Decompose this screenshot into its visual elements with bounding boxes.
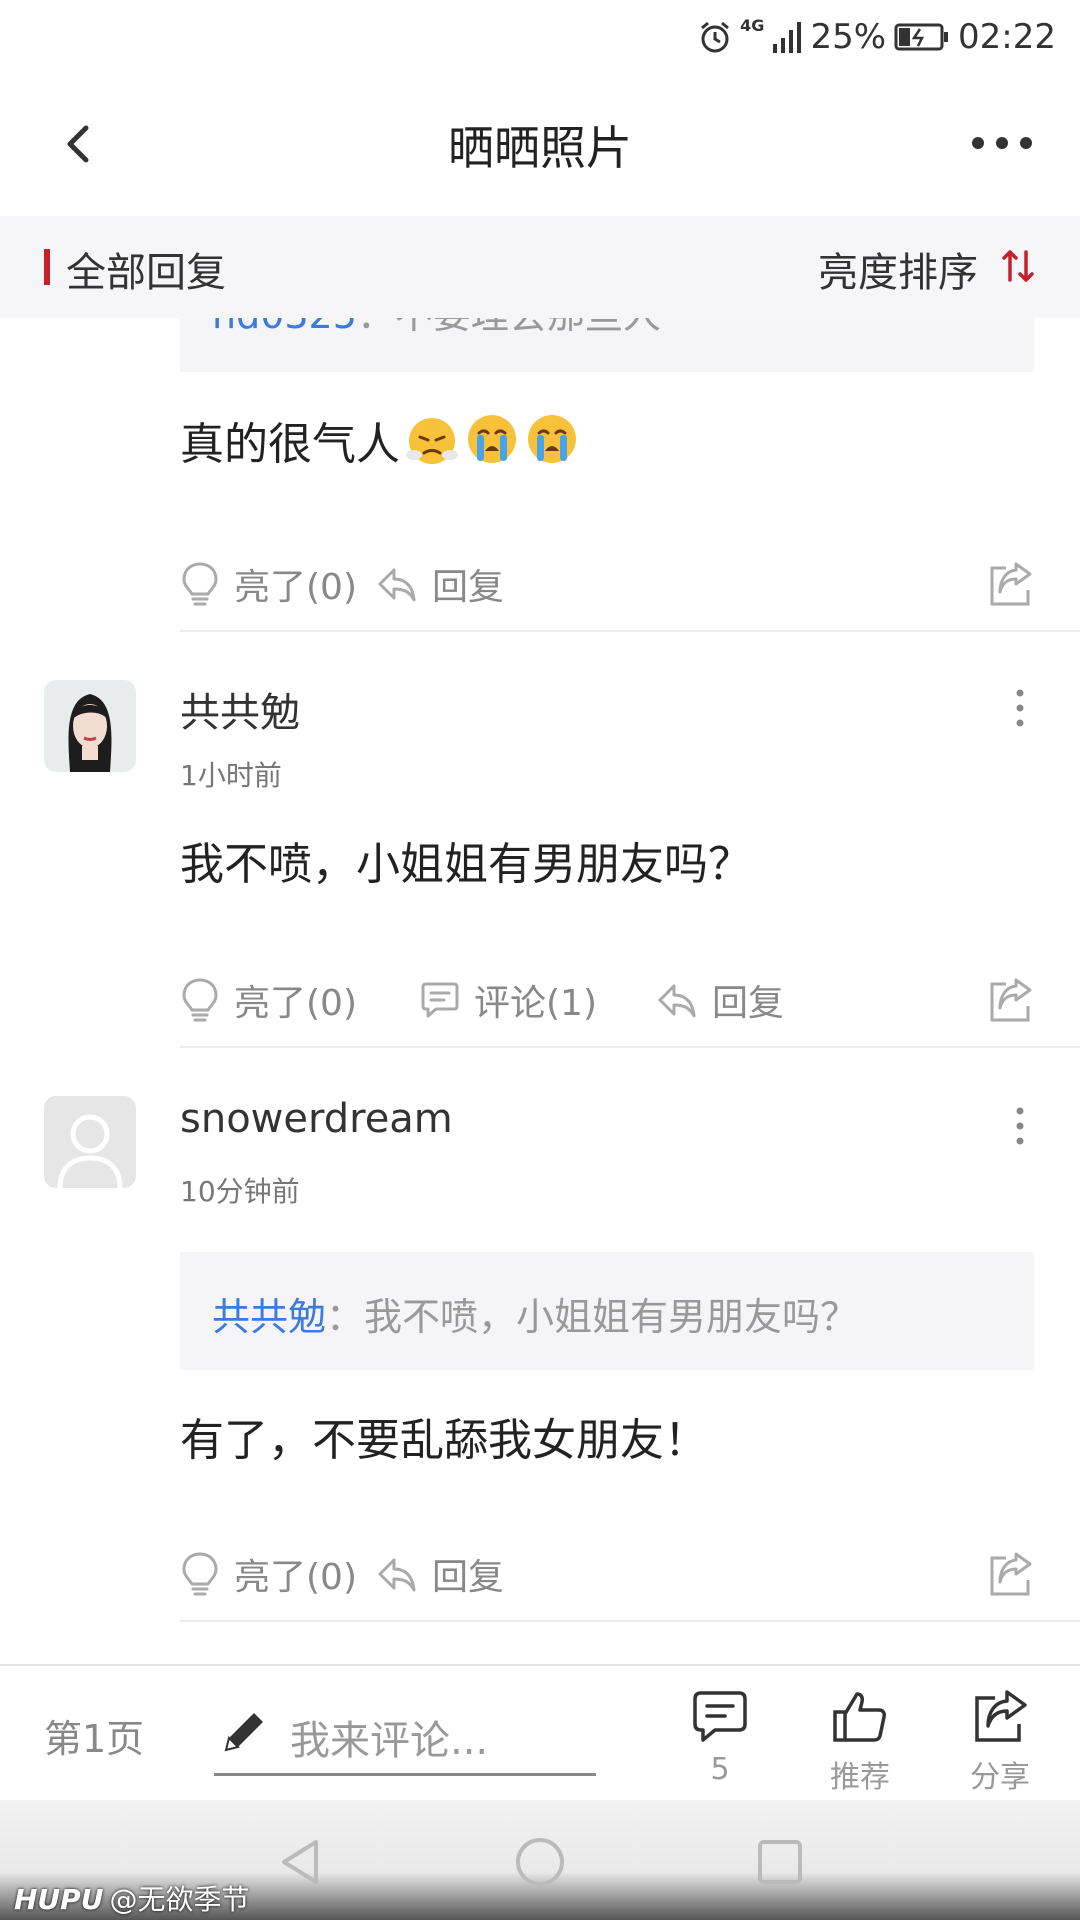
alarm-icon <box>701 21 730 53</box>
crying-emoji <box>528 415 576 463</box>
divider <box>180 1620 1080 1622</box>
share-label: 分享 <box>970 1760 1030 1795</box>
share-icon[interactable] <box>986 976 1034 1024</box>
lightbulb-icon <box>182 978 218 1022</box>
section-accent-mark <box>44 249 50 285</box>
reply-label: 回复 <box>712 983 785 1024</box>
comment-time: 1小时前 <box>180 759 282 792</box>
page-indicator[interactable]: 第1页 <box>44 1708 144 1763</box>
light-button[interactable]: 亮了(0) <box>180 554 357 614</box>
reply-arrow-icon <box>658 984 696 1018</box>
comment-placeholder: 我来评论... <box>290 1718 489 1764</box>
divider <box>180 1046 1080 1048</box>
quoted-username[interactable]: hd0325 <box>212 318 357 337</box>
comment-actions: 亮了(0) 评论(1) 回复 <box>180 970 1034 1030</box>
thumbs-up-icon <box>833 1692 886 1742</box>
light-count: 亮了(0) <box>234 567 357 608</box>
recommend-button[interactable]: 推荐 <box>800 1688 920 1798</box>
avatar[interactable] <box>44 680 136 772</box>
battery-icon <box>894 23 949 51</box>
reply-button[interactable]: 回复 <box>656 970 784 1030</box>
page-title: 晒晒照片 <box>448 121 632 175</box>
comment-actions: 亮了(0) 回复 <box>180 554 1034 614</box>
divider <box>180 630 1080 632</box>
more-vertical-icon[interactable] <box>1014 688 1026 728</box>
quoted-text: ：我不喷，小姐姐有男朋友吗？ <box>326 1295 859 1339</box>
reply-arrow-icon <box>378 1558 416 1592</box>
lightbulb-icon <box>182 1552 218 1596</box>
comment-body: 真的很气人 <box>180 408 580 472</box>
light-button[interactable]: 亮了(0) <box>180 970 357 1030</box>
comment-text: 真的很气人 <box>180 419 400 470</box>
watermark: HUPU @无欲季节 <box>14 1878 249 1918</box>
quoted-reply[interactable]: hd0325：不要理会那些人 <box>180 318 1034 372</box>
share-button[interactable]: 分享 <box>940 1688 1060 1798</box>
sort-order-button[interactable]: 亮度排序 <box>818 240 978 298</box>
reply-button[interactable]: 回复 <box>376 1544 504 1604</box>
lightbulb-icon <box>182 562 218 606</box>
header: 晒晒照片 <box>0 72 1080 216</box>
recents-square-icon[interactable] <box>752 1834 808 1890</box>
comment-body: 我不喷，小姐姐有男朋友吗？ <box>180 839 752 890</box>
light-button[interactable]: 亮了(0) <box>180 1544 357 1604</box>
watermark-user: @无欲季节 <box>109 1883 250 1916</box>
comment-list: hd0325：不要理会那些人 真的很气人 <box>0 318 1080 1664</box>
username[interactable]: snowerdream <box>180 1096 453 1142</box>
crying-emoji <box>468 415 516 463</box>
comment-actions: 亮了(0) 回复 <box>180 1544 1034 1604</box>
quoted-reply-text: hd0325：不要理会那些人 <box>212 318 661 339</box>
comment-time: 10分钟前 <box>180 1175 300 1208</box>
home-circle-icon[interactable] <box>512 1834 568 1890</box>
quoted-reply-text: 共共勉：我不喷，小姐姐有男朋友吗？ <box>212 1286 858 1341</box>
comment-bubble-icon <box>693 1691 747 1742</box>
reply-arrow-icon <box>378 568 416 602</box>
comments-button[interactable]: 评论(1) <box>420 970 597 1030</box>
section-title: 全部回复 <box>66 250 226 296</box>
comment-input[interactable]: 我来评论... <box>214 1690 596 1776</box>
quoted-username[interactable]: 共共勉 <box>212 1295 326 1339</box>
pencil-icon <box>224 1713 263 1752</box>
clock: 02:22 <box>958 17 1056 57</box>
signal-icon <box>773 22 802 53</box>
comment-count: 5 <box>710 1752 730 1787</box>
sort-arrows-icon[interactable] <box>1000 246 1036 286</box>
more-vertical-icon[interactable] <box>1014 1106 1026 1146</box>
battery-percent: 25% <box>810 17 887 57</box>
user-photo-avatar <box>44 680 136 772</box>
reply-button[interactable]: 回复 <box>376 554 504 614</box>
avatar[interactable] <box>44 1096 136 1188</box>
hupu-logo: HUPU <box>14 1883 104 1916</box>
back-triangle-icon[interactable] <box>272 1834 328 1890</box>
steam-angry-emoji <box>406 418 458 464</box>
more-horizontal-icon <box>972 137 1032 149</box>
comment-body: 有了，不要乱舔我女朋友！ <box>180 1415 708 1466</box>
comments-tool-button[interactable]: 5 <box>660 1688 780 1798</box>
status-bar: 4G 25% 02:22 <box>0 0 1080 72</box>
comment-count: 评论(1) <box>474 983 597 1024</box>
light-count: 亮了(0) <box>234 983 357 1024</box>
reply-label: 回复 <box>432 1557 505 1598</box>
share-icon[interactable] <box>986 560 1034 608</box>
reply-label: 回复 <box>432 567 505 608</box>
sort-bar: 全部回复 亮度排序 <box>0 216 1080 318</box>
quoted-text: ：不要理会那些人 <box>357 318 661 337</box>
bottom-toolbar: 第1页 我来评论... 5 推荐 分享 <box>0 1664 1080 1800</box>
share-icon <box>975 1690 1027 1742</box>
quoted-reply[interactable]: 共共勉：我不喷，小姐姐有男朋友吗？ <box>180 1252 1034 1370</box>
more-button[interactable] <box>970 128 1034 158</box>
default-user-avatar-icon <box>44 1096 136 1188</box>
username[interactable]: 共共勉 <box>180 680 300 738</box>
network-type: 4G <box>740 16 765 35</box>
status-indicators: 4G 25% 02:22 <box>698 14 1056 60</box>
share-icon[interactable] <box>986 1550 1034 1598</box>
comment-bubble-icon <box>421 982 459 1018</box>
recommend-label: 推荐 <box>830 1760 890 1795</box>
light-count: 亮了(0) <box>234 1557 357 1598</box>
